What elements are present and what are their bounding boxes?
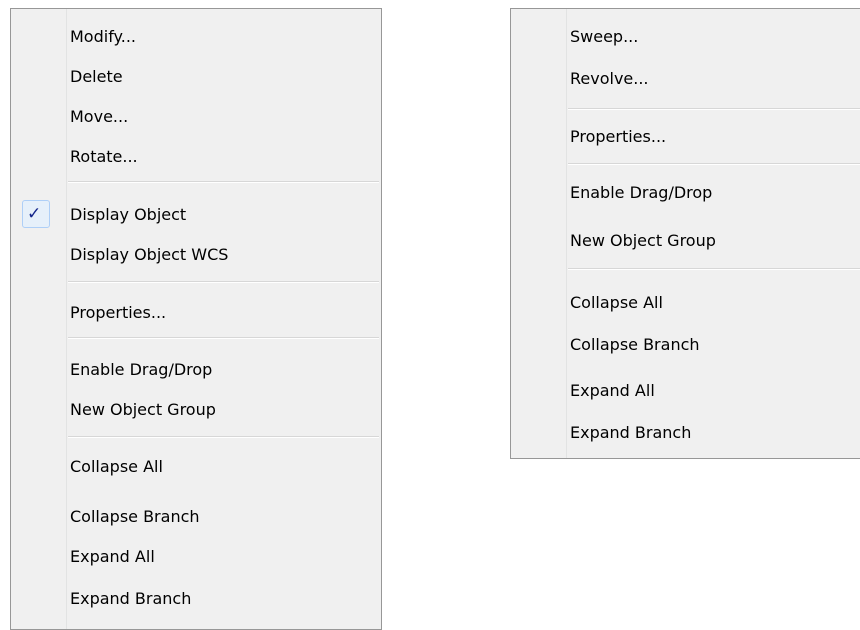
menu-item-label: Delete	[70, 67, 123, 86]
menu-item-sweep[interactable]: Sweep...	[513, 19, 860, 53]
menu-item-label: Modify...	[70, 27, 136, 46]
menu-item-properties[interactable]: Properties...	[513, 119, 860, 153]
check-highlight: ✓	[22, 200, 50, 228]
menu-item-modify[interactable]: Modify...	[13, 19, 379, 53]
checkmark-icon: ✓	[27, 204, 42, 224]
menu-item-label: Expand Branch	[570, 423, 692, 442]
menu-item-display-object[interactable]: ✓ Display Object	[13, 197, 379, 231]
menu-item-enable-drag-drop[interactable]: Enable Drag/Drop	[513, 175, 860, 209]
menu-item-label: Collapse All	[70, 457, 163, 476]
menu-separator	[68, 281, 379, 283]
menu-item-label: Enable Drag/Drop	[570, 183, 713, 202]
menu-item-move[interactable]: Move...	[13, 99, 379, 133]
menu-separator	[568, 268, 860, 270]
context-menu-object: Modify... Delete Move... Rotate... ✓ Dis…	[10, 8, 382, 630]
menu-item-rotate[interactable]: Rotate...	[13, 139, 379, 173]
menu-item-enable-drag-drop[interactable]: Enable Drag/Drop	[13, 352, 379, 386]
menu-item-label: Sweep...	[570, 27, 639, 46]
menu-item-label: Collapse All	[570, 293, 663, 312]
menu-item-new-object-group[interactable]: New Object Group	[513, 223, 860, 257]
menu-item-label: Revolve...	[570, 69, 649, 88]
menu-item-label: Rotate...	[70, 147, 138, 166]
menu-item-revolve[interactable]: Revolve...	[513, 61, 860, 95]
context-menu-group: Sweep... Revolve... Properties... Enable…	[510, 8, 860, 459]
menu-item-collapse-branch[interactable]: Collapse Branch	[513, 327, 860, 361]
menu-item-label: Properties...	[70, 303, 167, 322]
menu-item-delete[interactable]: Delete	[13, 59, 379, 93]
menu-item-label: Expand All	[570, 381, 655, 400]
menu-separator	[568, 108, 860, 110]
menu-item-label: New Object Group	[570, 231, 716, 250]
menu-item-label: Expand All	[70, 547, 155, 566]
menu-item-label: Collapse Branch	[570, 335, 700, 354]
menu-item-expand-branch[interactable]: Expand Branch	[13, 581, 379, 615]
menu-item-label: Move...	[70, 107, 129, 126]
menu-item-label: Expand Branch	[70, 589, 192, 608]
menu-item-display-object-wcs[interactable]: Display Object WCS	[13, 237, 379, 271]
menu-item-collapse-all[interactable]: Collapse All	[513, 285, 860, 319]
menu-separator	[68, 337, 379, 339]
menu-item-properties[interactable]: Properties...	[13, 295, 379, 329]
menu-item-label: Collapse Branch	[70, 507, 200, 526]
menu-item-collapse-all[interactable]: Collapse All	[13, 449, 379, 483]
menu-item-expand-all[interactable]: Expand All	[513, 373, 860, 407]
menu-item-expand-branch[interactable]: Expand Branch	[513, 415, 860, 449]
menu-item-expand-all[interactable]: Expand All	[13, 539, 379, 573]
menu-separator	[68, 436, 379, 438]
menu-item-label: New Object Group	[70, 400, 216, 419]
menu-separator	[68, 181, 379, 183]
menu-item-new-object-group[interactable]: New Object Group	[13, 392, 379, 426]
menu-item-label: Display Object	[70, 205, 187, 224]
menu-item-label: Enable Drag/Drop	[70, 360, 213, 379]
menu-item-label: Display Object WCS	[70, 245, 229, 264]
menu-item-label: Properties...	[570, 127, 667, 146]
menu-separator	[568, 163, 860, 165]
menu-item-collapse-branch[interactable]: Collapse Branch	[13, 499, 379, 533]
